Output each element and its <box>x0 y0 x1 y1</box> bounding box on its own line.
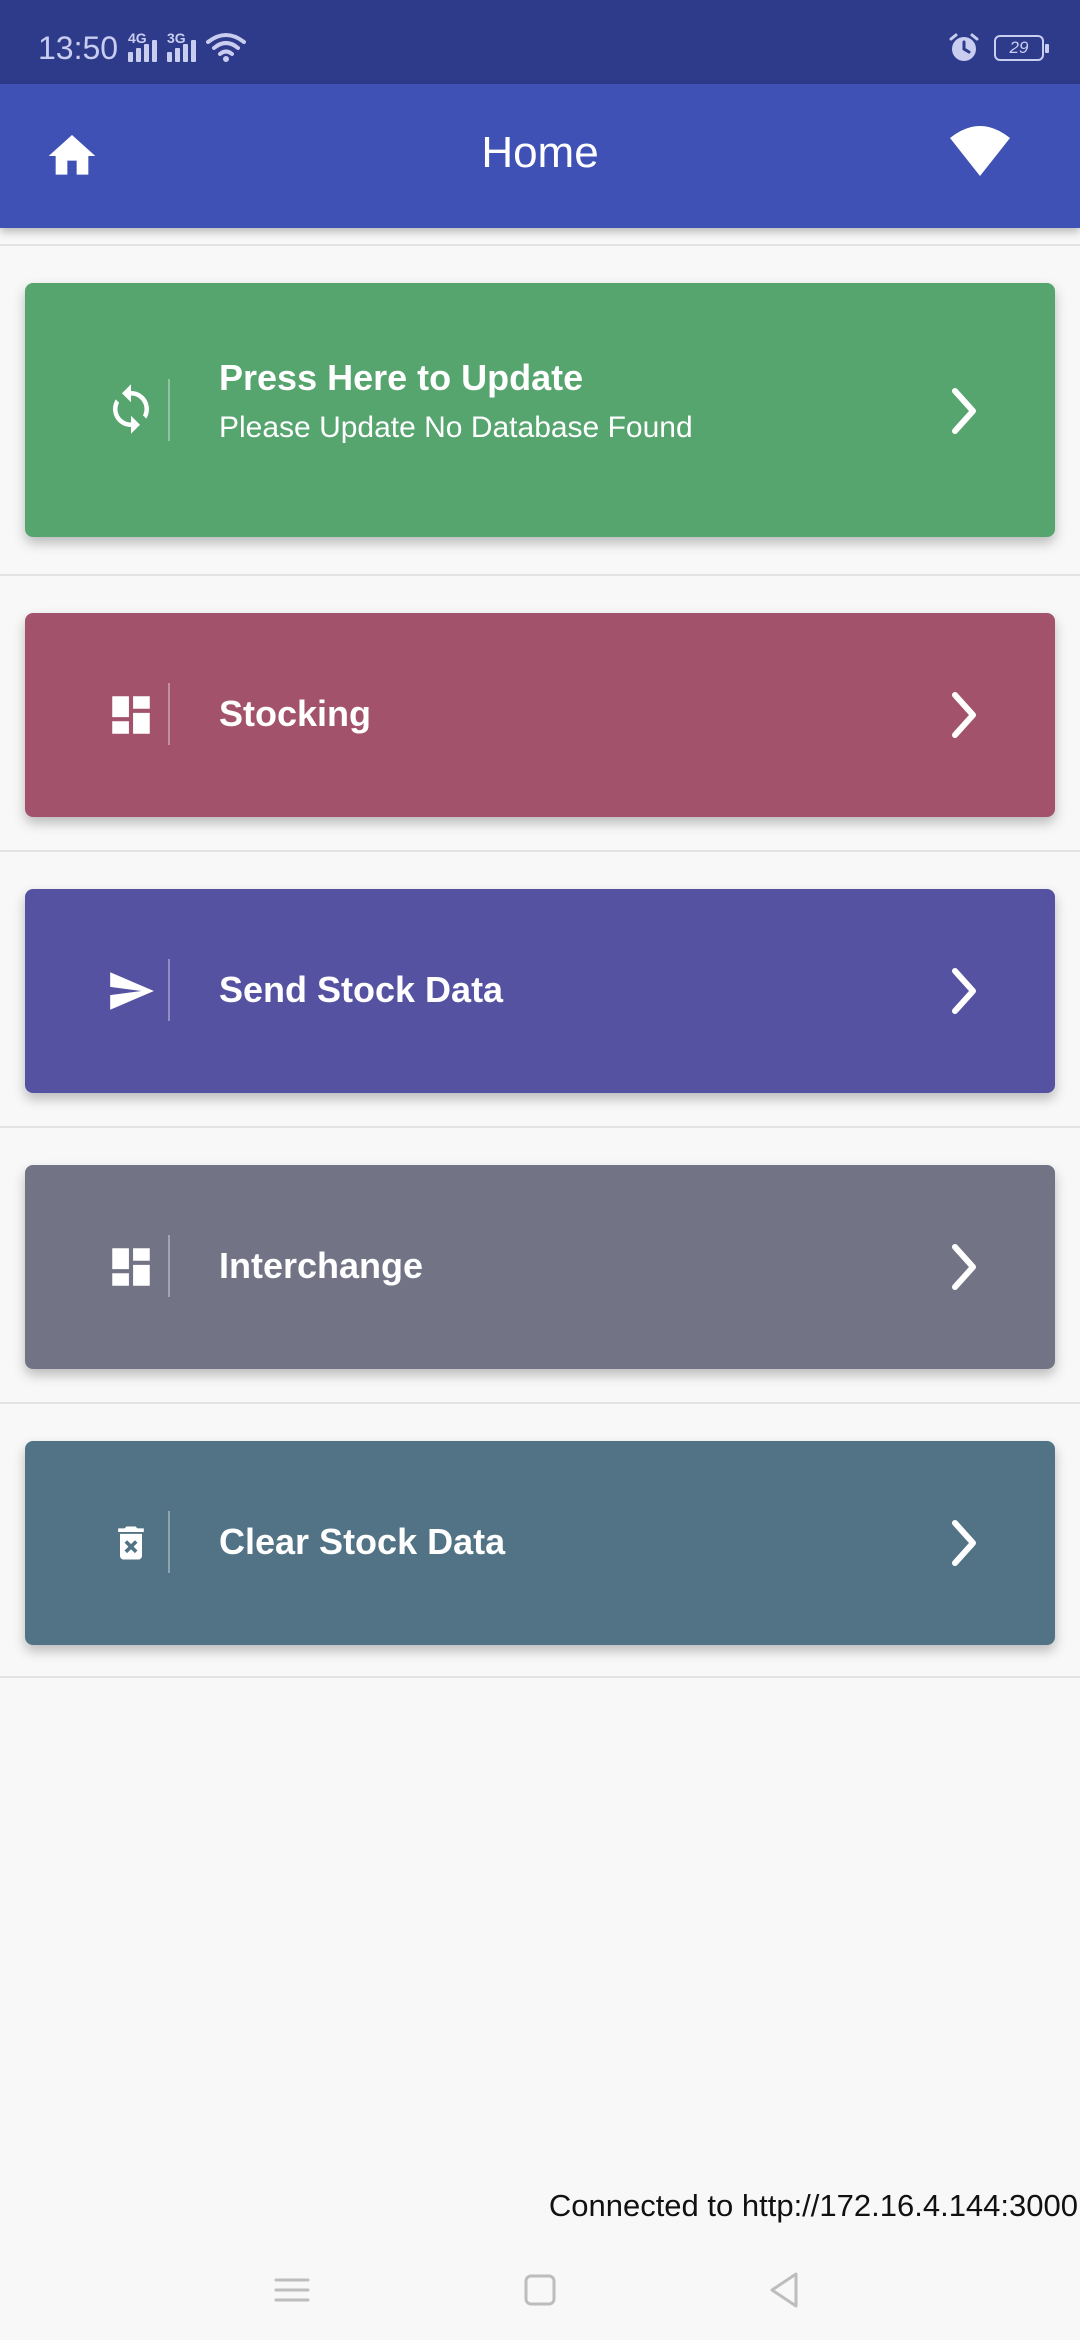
card-divider <box>168 683 170 745</box>
card-divider <box>168 1235 170 1297</box>
network-type-2: 3G <box>167 30 186 46</box>
battery-icon: 29 <box>994 35 1049 61</box>
chevron-right-icon <box>952 968 976 1014</box>
send-stock-data-button[interactable]: Send Stock Data <box>25 889 1055 1093</box>
app-bar: Home <box>0 84 1080 228</box>
card-subtitle: Please Update No Database Found <box>219 411 693 444</box>
clear-stock-data-button[interactable]: Clear Stock Data <box>25 1441 1055 1645</box>
list-item: Stocking <box>0 574 1080 850</box>
interchange-button[interactable]: Interchange <box>25 1165 1055 1369</box>
chevron-right-icon <box>952 1520 976 1566</box>
back-icon[interactable] <box>754 2260 814 2320</box>
card-divider <box>168 379 170 441</box>
square-icon[interactable] <box>510 2260 570 2320</box>
chevron-right-icon <box>952 1244 976 1290</box>
alarm-icon <box>949 33 979 61</box>
list-item: Interchange <box>0 1126 1080 1402</box>
status-bar: 13:50 4G 3G 29 <box>0 0 1080 84</box>
menu-icon[interactable] <box>262 2260 322 2320</box>
wifi-icon[interactable] <box>948 120 1012 184</box>
card-divider <box>168 1511 170 1573</box>
list-item: Send Stock Data <box>0 850 1080 1126</box>
stocking-button[interactable]: Stocking <box>25 613 1055 817</box>
navigation-bar <box>0 2240 1080 2340</box>
card-title: Clear Stock Data <box>219 1521 506 1562</box>
network-type-1: 4G <box>128 30 147 46</box>
card-title: Press Here to Update <box>219 357 584 398</box>
menu-list: Press Here to Update Please Update No Da… <box>0 244 1080 1678</box>
list-item: Clear Stock Data <box>0 1402 1080 1678</box>
card-divider <box>168 959 170 1021</box>
card-title: Interchange <box>219 1245 424 1286</box>
status-right-icons: 29 <box>948 32 1049 64</box>
update-button[interactable]: Press Here to Update Please Update No Da… <box>25 283 1055 537</box>
status-network-indicators: 4G 3G <box>128 30 246 62</box>
card-title: Send Stock Data <box>219 969 504 1010</box>
list-item: Press Here to Update Please Update No Da… <box>0 244 1080 574</box>
connection-status: Connected to http://172.16.4.144:3000 <box>548 2188 1078 2223</box>
wifi-icon <box>206 33 246 62</box>
signal-icon: 4G <box>128 30 157 62</box>
status-time: 13:50 <box>38 30 119 66</box>
chevron-right-icon <box>952 388 976 434</box>
card-title: Stocking <box>219 693 372 734</box>
signal-icon-2: 3G <box>167 30 196 62</box>
chevron-right-icon <box>952 692 976 738</box>
page-title: Home <box>481 128 599 177</box>
